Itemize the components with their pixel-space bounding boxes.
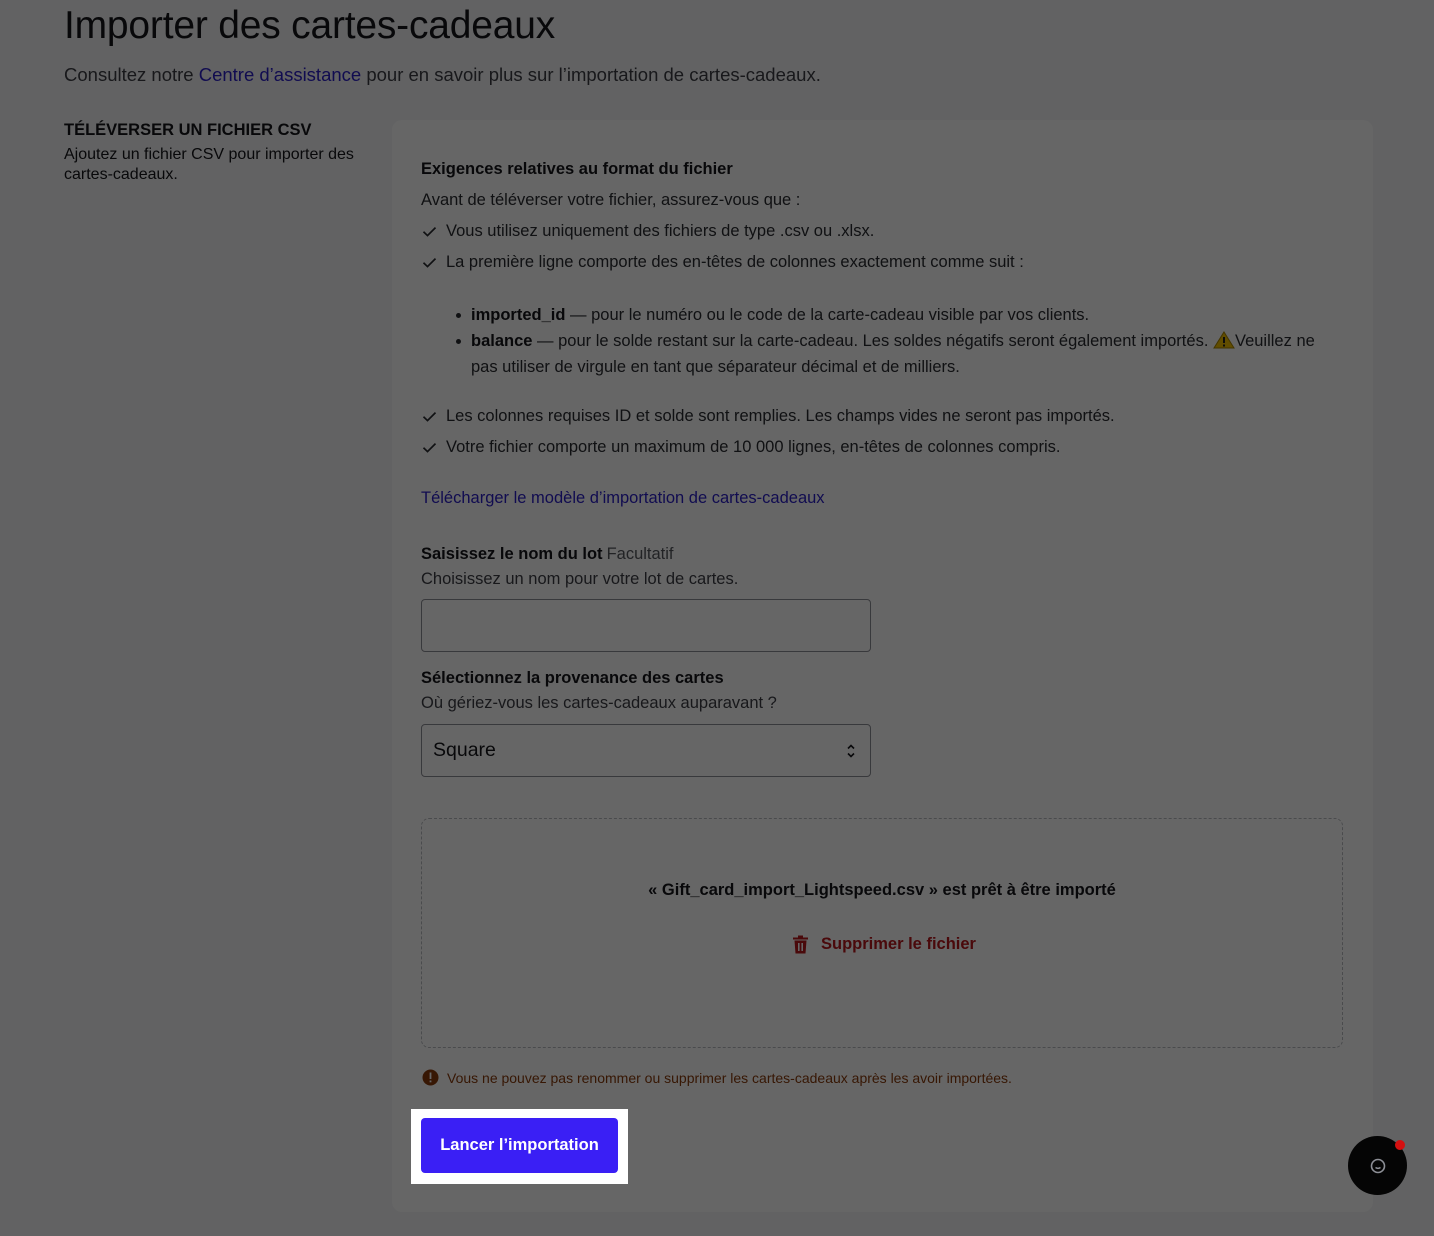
requirement-text: La première ligne comporte des en-têtes … <box>446 253 1024 271</box>
column-name: imported_id <box>471 306 566 324</box>
requirements-title: Exigences relatives au format du fichier <box>421 160 733 178</box>
column-name: balance <box>471 332 533 350</box>
upload-section-title: TÉLÉVERSER UN FICHIER CSV <box>64 121 312 139</box>
card-source-label: Sélectionnez la provenance des cartes <box>421 669 724 687</box>
start-import-button[interactable]: Lancer l’importation <box>421 1118 618 1173</box>
delete-file-label: Supprimer le fichier <box>821 935 976 953</box>
requirement-check-max-rows: Votre fichier comporte un maximum de 10 … <box>421 438 1060 457</box>
card-source-select[interactable]: Square <box>421 724 871 777</box>
requirement-text: Vous utilisez uniquement des fichiers de… <box>446 222 875 240</box>
card-source-help: Où gériez-vous les cartes-cadeaux aupara… <box>421 694 777 712</box>
import-warning: Vous ne pouvez pas renommer ou supprimer… <box>422 1069 1012 1086</box>
batch-name-help: Choisissez un nom pour votre lot de cart… <box>421 570 739 588</box>
card-source-selected-value: Square <box>433 739 496 761</box>
subtitle-text-after: pour en savoir plus sur l’importation de… <box>361 64 821 85</box>
upload-section-description: Ajoutez un fichier CSV pour importer des… <box>64 146 354 183</box>
file-dropzone[interactable]: « Gift_card_import_Lightspeed.csv » est … <box>421 818 1343 1048</box>
page-subtitle: Consultez notre Centre d’assistance pour… <box>64 64 821 86</box>
batch-name-label-text: Saisissez le nom du lot <box>421 545 603 563</box>
up-down-chevron-icon <box>847 744 855 758</box>
download-template-link[interactable]: Télécharger le modèle d’importation de c… <box>421 489 825 508</box>
checkmark-icon <box>422 411 437 422</box>
gift-card-import-page: Importer des cartes-cadeaux Consultez no… <box>0 0 1434 1236</box>
checkmark-icon <box>422 442 437 453</box>
chat-launcher-button[interactable] <box>1348 1136 1407 1195</box>
requirements-intro: Avant de téléverser votre fichier, assur… <box>421 191 801 209</box>
delete-file-button[interactable]: Supprimer le fichier <box>792 935 976 954</box>
warning-sign-icon <box>1213 331 1235 349</box>
requirement-text: Les colonnes requises ID et solde sont r… <box>446 407 1115 425</box>
batch-name-input[interactable] <box>421 599 871 652</box>
column-description: — pour le solde restant sur la carte-cad… <box>532 332 1213 350</box>
import-warning-text: Vous ne pouvez pas renommer ou supprimer… <box>447 1069 1012 1086</box>
requirement-check-required-fields: Les colonnes requises ID et solde sont r… <box>421 407 1115 426</box>
requirement-check-headers: La première ligne comporte des en-têtes … <box>421 253 1024 272</box>
import-card <box>392 120 1373 1212</box>
checkmark-icon <box>422 226 437 237</box>
column-header-list: imported_id — pour le numéro ou le code … <box>455 302 1335 380</box>
column-item-balance: balance — pour le solde restant sur la c… <box>455 328 1335 380</box>
notification-dot <box>1395 1140 1405 1150</box>
column-item-imported-id: imported_id — pour le numéro ou le code … <box>455 302 1335 328</box>
file-ready-text: « Gift_card_import_Lightspeed.csv » est … <box>648 881 1116 899</box>
requirement-check-file-type: Vous utilisez uniquement des fichiers de… <box>421 222 874 241</box>
checkmark-icon <box>422 257 437 268</box>
trash-icon <box>793 935 808 954</box>
alert-circle-icon <box>422 1069 439 1086</box>
subtitle-text-before: Consultez notre <box>64 64 199 85</box>
page-title: Importer des cartes-cadeaux <box>64 4 555 47</box>
help-center-link[interactable]: Centre d’assistance <box>199 64 361 85</box>
spotlight-highlight: Lancer l’importation <box>411 1109 628 1184</box>
chat-bubble-icon <box>1370 1158 1385 1173</box>
upload-section-sidebar: TÉLÉVERSER UN FICHIER CSV Ajoutez un fic… <box>64 121 364 185</box>
optional-tag: Facultatif <box>606 545 674 563</box>
batch-name-label: Saisissez le nom du lot Facultatif <box>421 545 674 564</box>
requirement-text: Votre fichier comporte un maximum de 10 … <box>446 438 1061 456</box>
column-description: — pour le numéro ou le code de la carte-… <box>565 306 1090 324</box>
